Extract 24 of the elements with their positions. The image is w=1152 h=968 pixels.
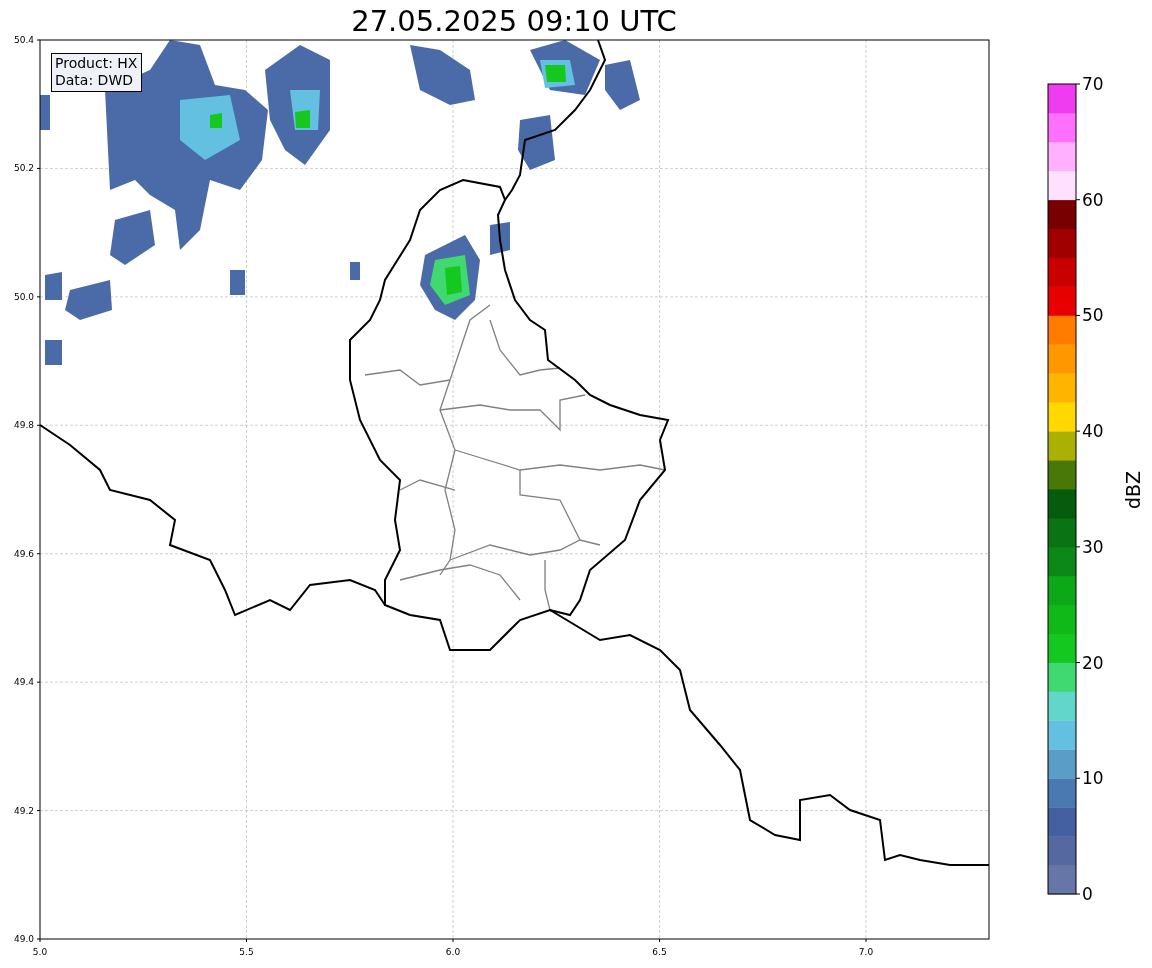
y-tick-label: 49.8 bbox=[13, 420, 34, 431]
y-tick-label: 50.2 bbox=[13, 163, 34, 174]
x-tick-label: 6.0 bbox=[445, 947, 461, 957]
y-tick-label: 50.0 bbox=[13, 291, 34, 302]
colorbar-tick-label: 60 bbox=[1082, 189, 1104, 210]
colorbar-tick-label: 40 bbox=[1082, 421, 1104, 442]
colorbar-tick-label: 0 bbox=[1082, 884, 1093, 904]
x-tick-label: 7.0 bbox=[858, 947, 874, 957]
colorbar-tick-label: 10 bbox=[1082, 768, 1104, 789]
x-tick-label: 5.5 bbox=[239, 947, 254, 957]
y-tick-label: 49.2 bbox=[13, 805, 34, 816]
y-tick-label: 50.4 bbox=[13, 35, 34, 45]
colorbar-tick-label: 70 bbox=[1082, 74, 1104, 94]
colorbar-label: dBZ bbox=[1122, 470, 1144, 510]
y-tick-label: 49.4 bbox=[13, 677, 34, 688]
info-box: Product: HX Data: DWD bbox=[51, 53, 143, 92]
x-tick-label: 5.0 bbox=[32, 947, 48, 957]
y-tick-label: 49.0 bbox=[13, 934, 34, 944]
x-tick-label: 6.5 bbox=[652, 947, 667, 957]
colorbar-tick-label: 50 bbox=[1082, 305, 1104, 326]
chart-title: 27.05.2025 09:10 UTC bbox=[351, 4, 677, 38]
colorbar-tick-label: 20 bbox=[1082, 652, 1104, 673]
colorbar-tick-label: 30 bbox=[1082, 536, 1104, 557]
y-tick-label: 49.6 bbox=[13, 548, 34, 559]
